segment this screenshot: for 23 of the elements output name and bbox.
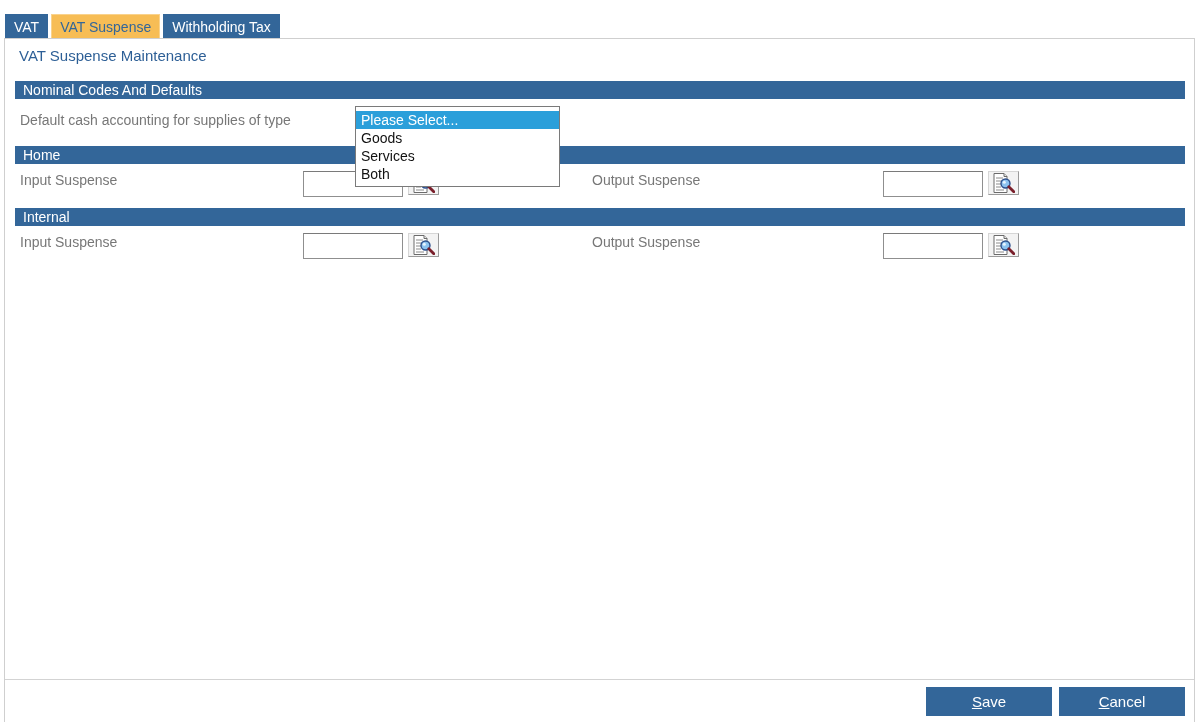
field-label: Default cash accounting for supplies of type [20, 111, 291, 128]
field-label: Input Suspense [20, 171, 118, 188]
document-search-icon [992, 235, 1015, 255]
section-header: Nominal Codes And Defaults [15, 81, 1185, 99]
action-button[interactable]: Cancel [1059, 687, 1185, 716]
document-search-icon [412, 235, 435, 255]
tab[interactable]: Withholding Tax [163, 14, 280, 38]
field-label: Output Suspense [592, 171, 701, 188]
section-header: Internal [15, 208, 1185, 226]
document-search-icon [992, 173, 1015, 193]
dropdown-list[interactable]: Please Select... Goods Services Both [355, 106, 560, 187]
page-title: VAT Suspense Maintenance [18, 46, 208, 66]
tab[interactable]: VAT [5, 14, 49, 38]
input-field[interactable] [303, 233, 403, 259]
lookup-button[interactable] [408, 233, 439, 257]
input-field[interactable] [883, 233, 983, 259]
action-button[interactable]: Save [926, 687, 1052, 716]
tab[interactable]: VAT Suspense [51, 14, 161, 38]
field-label: Output Suspense [592, 233, 701, 250]
field-label: Input Suspense [20, 233, 118, 250]
lookup-button[interactable] [988, 233, 1019, 257]
lookup-button[interactable] [988, 171, 1019, 195]
input-field[interactable] [883, 171, 983, 197]
